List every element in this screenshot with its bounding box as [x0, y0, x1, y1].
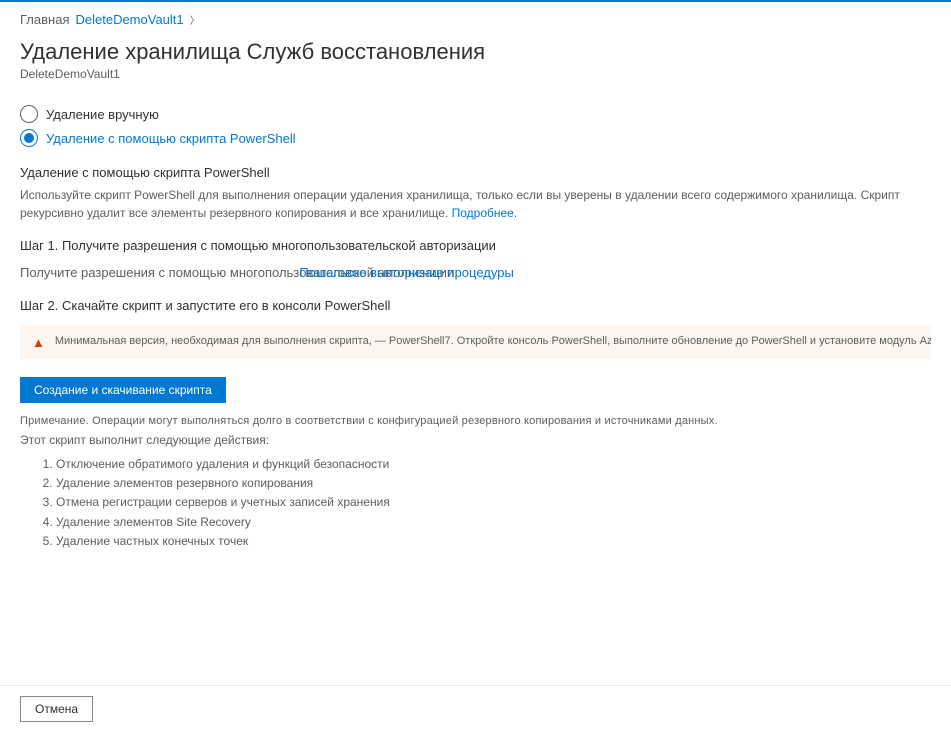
list-item: Удаление элементов резервного копировани… [56, 474, 931, 493]
step2-heading: Шаг 2. Скачайте скрипт и запустите его в… [20, 298, 931, 313]
delete-method-radio-group: Удаление вручную Удаление с помощью скри… [20, 105, 931, 147]
list-item: Удаление частных конечных точек [56, 532, 931, 551]
warning-icon: ▲ [32, 336, 45, 349]
powershell-section-desc: Используйте скрипт PowerShell для выполн… [20, 186, 931, 222]
step1-heading: Шаг 1. Получите разрешения с помощью мно… [20, 238, 931, 253]
cancel-button[interactable]: Отмена [20, 696, 93, 722]
learn-more-link[interactable]: Подробнее. [452, 206, 518, 220]
radio-powershell-label: Удаление с помощью скрипта PowerShell [46, 131, 296, 146]
radio-icon [20, 105, 38, 123]
script-intro: Этот скрипт выполнит следующие действия: [20, 433, 931, 447]
page-title: Удаление хранилища Служб восстановления [20, 39, 931, 65]
powershell-section-heading: Удаление с помощью скрипта PowerShell [20, 165, 931, 180]
list-item: Удаление элементов Site Recovery [56, 513, 931, 532]
breadcrumb-home[interactable]: Главная [20, 12, 69, 27]
warning-text: Минимальная версия, необходимая для выпо… [55, 335, 931, 347]
warning-banner: ▲ Минимальная версия, необходимая для вы… [20, 325, 931, 359]
list-item: Отключение обратимого удаления и функций… [56, 455, 931, 474]
breadcrumb: Главная DeleteDemoVault1 〉 [20, 12, 931, 27]
breadcrumb-vault[interactable]: DeleteDemoVault1 [75, 12, 183, 27]
note-text: Примечание. Операции могут выполняться д… [20, 415, 931, 427]
generate-script-button[interactable]: Создание и скачивание скрипта [20, 377, 226, 403]
list-item: Отмена регистрации серверов и учетных за… [56, 493, 931, 512]
step1-procedure-link[interactable]: Пошаговое выполнение процедуры [299, 265, 514, 280]
footer: Отмена [0, 685, 951, 732]
chevron-right-icon: 〉 [190, 12, 200, 27]
page-subtitle: DeleteDemoVault1 [20, 67, 931, 81]
script-actions-list: Отключение обратимого удаления и функций… [20, 455, 931, 551]
radio-powershell-delete[interactable]: Удаление с помощью скрипта PowerShell [20, 129, 931, 147]
step1-desc: Получите разрешения с помощью многопольз… [20, 265, 931, 280]
radio-icon-selected [20, 129, 38, 147]
radio-manual-label: Удаление вручную [46, 107, 159, 122]
radio-manual-delete[interactable]: Удаление вручную [20, 105, 931, 123]
